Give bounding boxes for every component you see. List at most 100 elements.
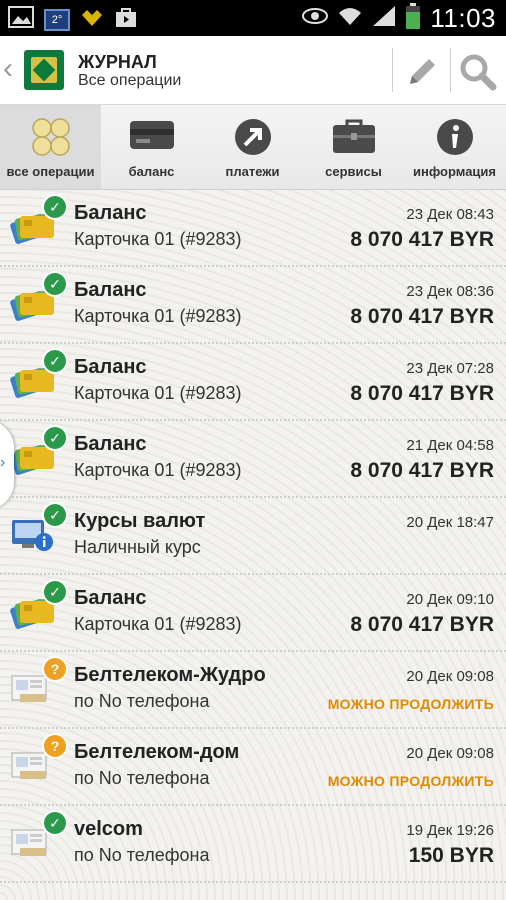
- operation-name: Белтелеком-дом: [74, 741, 240, 763]
- tab-services[interactable]: сервисы: [303, 105, 404, 189]
- page-title: ЖУРНАЛ: [78, 52, 157, 72]
- operation-description: Наличный курс: [74, 537, 201, 557]
- operation-description: Карточка 01 (#9283): [74, 614, 242, 634]
- tab-label: информация: [412, 164, 496, 179]
- pencil-icon[interactable]: [402, 52, 442, 92]
- back-icon[interactable]: ‹: [3, 52, 13, 86]
- operation-description: по No телефона: [74, 845, 210, 865]
- operation-amount: 8 070 417 BYR: [350, 305, 494, 328]
- tab-all-operations[interactable]: все операции: [0, 105, 101, 189]
- tab-label: платежи: [225, 164, 280, 179]
- tab-balance[interactable]: баланс: [101, 105, 202, 189]
- operation-date: 19 Дек 19:26: [406, 822, 494, 839]
- question-icon: ?: [44, 658, 66, 680]
- list-item[interactable]: ✓ velcom по No телефона 19 Дек 19:26 150…: [0, 806, 506, 883]
- check-icon: ✓: [44, 196, 66, 218]
- bank-logo[interactable]: [24, 50, 64, 90]
- operation-description: Карточка 01 (#9283): [74, 383, 242, 403]
- operation-name: velcom: [74, 818, 143, 840]
- temperature-icon: 2°: [44, 8, 70, 31]
- card-icon: [129, 121, 174, 149]
- operation-name: Баланс: [74, 433, 147, 455]
- operation-name: Баланс: [74, 356, 147, 378]
- list-item[interactable]: ? Белтелеком-Жудро по No телефона 20 Дек…: [0, 652, 506, 729]
- tab-bar: все операции баланс платежи сервисы инфо…: [0, 105, 506, 190]
- list-item[interactable]: ✓ Баланс Карточка 01 (#9283) 23 Дек 08:3…: [0, 267, 506, 344]
- tab-label: все операции: [6, 164, 95, 179]
- battery-icon: [406, 3, 421, 34]
- divider: [392, 48, 393, 92]
- question-icon: ?: [44, 735, 66, 757]
- page-subtitle: Все операции: [78, 72, 182, 89]
- tab-information[interactable]: информация: [404, 105, 505, 189]
- signal-icon: [372, 5, 396, 32]
- store-icon: [114, 6, 138, 33]
- clock: 11:03: [430, 3, 496, 33]
- payment-terminal-icon: ?: [10, 658, 66, 710]
- list-item[interactable]: ✓ Баланс Карточка 01 (#9283) 20 Дек 09:1…: [0, 575, 506, 652]
- briefcase-icon: [332, 119, 375, 153]
- heart-icon: [80, 7, 104, 32]
- operation-description: по No телефона: [74, 768, 210, 788]
- check-icon: ✓: [44, 350, 66, 372]
- tab-payments[interactable]: платежи: [202, 105, 303, 189]
- operation-name: Баланс: [74, 279, 147, 301]
- check-icon: ✓: [44, 427, 66, 449]
- operation-description: по No телефона: [74, 691, 210, 711]
- exchange-rates-icon: ✓: [10, 504, 66, 556]
- continue-link[interactable]: МОЖНО ПРОДОЛЖИТЬ: [328, 696, 494, 712]
- cards-icon: ✓: [10, 196, 66, 248]
- operation-date: 20 Дек 09:08: [406, 668, 494, 685]
- check-icon: ✓: [44, 812, 66, 834]
- chevron-right-icon: ›: [0, 454, 6, 471]
- gallery-icon: [8, 6, 34, 33]
- list-item[interactable]: ? Белтелеком-дом по No телефона 20 Дек 0…: [0, 729, 506, 806]
- divider: [450, 48, 451, 92]
- list-item[interactable]: ✓ Баланс Карточка 01 (#9283) 23 Дек 08:4…: [0, 190, 506, 267]
- operation-name: Баланс: [74, 202, 147, 224]
- temperature-value: 2°: [51, 13, 63, 26]
- app-bar: ‹ ЖУРНАЛ Все операции: [0, 36, 506, 105]
- operation-description: Карточка 01 (#9283): [74, 306, 242, 326]
- operation-name: Баланс: [74, 587, 147, 609]
- check-icon: ✓: [44, 581, 66, 603]
- operation-amount: 8 070 417 BYR: [350, 459, 494, 482]
- cards-icon: ✓: [10, 273, 66, 325]
- operation-amount: 8 070 417 BYR: [350, 613, 494, 636]
- tab-label: баланс: [128, 164, 175, 179]
- operation-amount: 150 BYR: [408, 844, 494, 867]
- payment-arrow-icon: [234, 119, 271, 155]
- operation-amount: 8 070 417 BYR: [350, 228, 494, 251]
- info-icon: [436, 119, 473, 155]
- payment-terminal-icon: ✓: [10, 812, 66, 864]
- payment-terminal-icon: ?: [10, 735, 66, 787]
- check-icon: ✓: [44, 504, 66, 526]
- cards-icon: ✓: [10, 350, 66, 402]
- operation-name: Курсы валют: [74, 510, 206, 532]
- operation-description: Карточка 01 (#9283): [74, 460, 242, 480]
- status-bar: 2° 11:03: [0, 0, 506, 36]
- all-operations-icon: [31, 118, 70, 156]
- operations-list[interactable]: ✓ Баланс Карточка 01 (#9283) 23 Дек 08:4…: [0, 190, 506, 900]
- cards-icon: ✓: [10, 581, 66, 633]
- operation-date: 23 Дек 07:28: [406, 360, 494, 377]
- operation-amount: 8 070 417 BYR: [350, 382, 494, 405]
- search-icon[interactable]: [458, 52, 498, 92]
- list-item[interactable]: ✓ Баланс Карточка 01 (#9283) 21 Дек 04:5…: [0, 421, 506, 498]
- list-item[interactable]: ✓ Курсы валют Наличный курс 20 Дек 18:47: [0, 498, 506, 575]
- operation-date: 20 Дек 18:47: [406, 514, 494, 531]
- wifi-icon: [338, 5, 362, 32]
- operation-date: 21 Дек 04:58: [406, 437, 494, 454]
- operation-date: 20 Дек 09:08: [406, 745, 494, 762]
- continue-link[interactable]: МОЖНО ПРОДОЛЖИТЬ: [328, 773, 494, 789]
- operation-name: Белтелеком-Жудро: [74, 664, 266, 686]
- cards-icon: ✓: [10, 427, 66, 479]
- tab-label: сервисы: [325, 164, 382, 179]
- list-item[interactable]: ✓ Баланс Карточка 01 (#9283) 23 Дек 07:2…: [0, 344, 506, 421]
- operation-date: 23 Дек 08:43: [406, 206, 494, 223]
- operation-date: 20 Дек 09:10: [406, 591, 494, 608]
- operation-date: 23 Дек 08:36: [406, 283, 494, 300]
- check-icon: ✓: [44, 273, 66, 295]
- operation-description: Карточка 01 (#9283): [74, 229, 242, 249]
- eye-icon: [302, 6, 329, 31]
